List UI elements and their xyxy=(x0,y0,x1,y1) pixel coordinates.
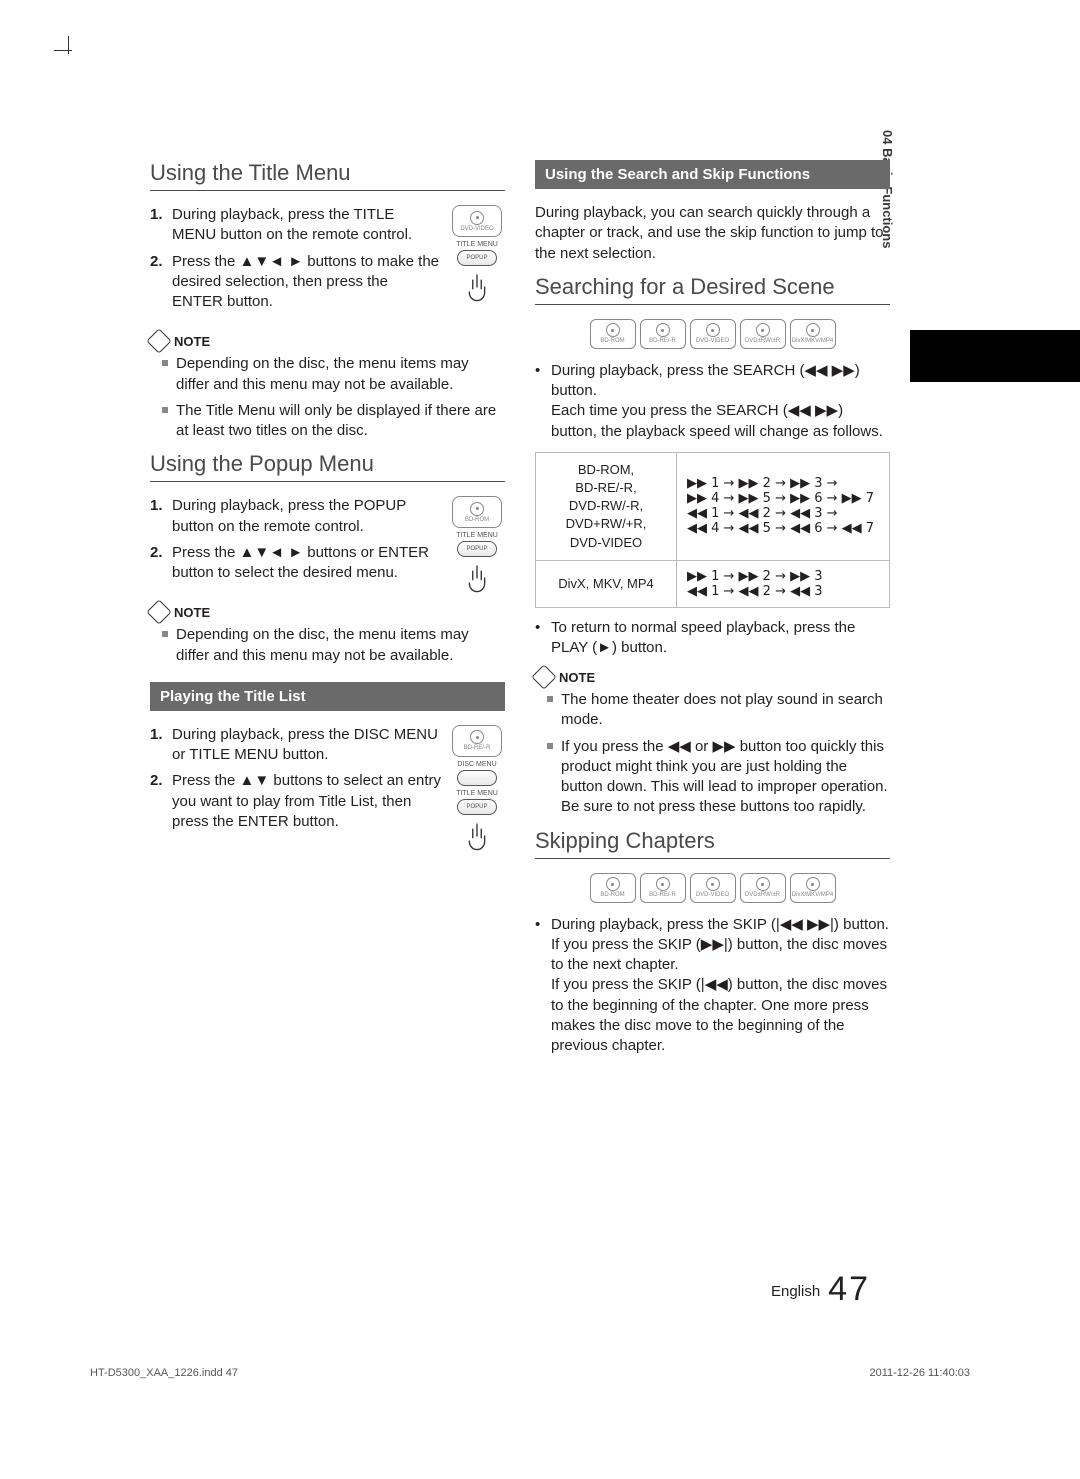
steps-title-list: During playback, press the DISC MENU or … xyxy=(150,725,441,832)
disc-badge: BD-ROM xyxy=(590,873,636,903)
disc-badge: DivX/MKV/MP4 xyxy=(790,319,836,349)
hand-icon xyxy=(460,270,494,304)
bullet-item: To return to normal speed playback, pres… xyxy=(535,618,890,659)
disc-badge-bdrer: BD-RE/-R xyxy=(452,725,502,757)
page-number: English47 xyxy=(771,1270,870,1309)
heading-skipping-chapters: Skipping Chapters xyxy=(535,828,890,859)
intro-text: During playback, you can search quickly … xyxy=(535,203,890,264)
footer-timestamp: 2011-12-26 11:40:03 xyxy=(869,1367,970,1379)
page: 04 Basic Functions Using the Title Menu … xyxy=(0,0,1080,1479)
step: Press the ▲▼ buttons to select an entry … xyxy=(150,771,441,832)
remote-graphic: BD-ROM TITLE MENU POPUP xyxy=(449,496,505,595)
subheading-title-list: Playing the Title List xyxy=(150,682,505,711)
disc-badge: BD-RE/-R xyxy=(640,319,686,349)
note-block: NOTE Depending on the disc, the menu ite… xyxy=(150,332,505,441)
disc-badge: BD-RE/-R xyxy=(640,873,686,903)
steps-title-menu: During playback, press the TITLE MENU bu… xyxy=(150,205,441,312)
popup-button-icon: TITLE MENU POPUP xyxy=(456,532,498,557)
disc-badge: DVD±RW/±R xyxy=(740,873,786,903)
step: During playback, press the TITLE MENU bu… xyxy=(150,205,441,246)
disc-badge: DVD-VIDEO xyxy=(690,319,736,349)
note-item: If you press the ◀◀ or ▶▶ button too qui… xyxy=(545,737,890,818)
disc-badges-row: BD-ROM BD-RE/-R DVD-VIDEO DVD±RW/±R DivX… xyxy=(535,873,890,903)
disc-badge-bdrom: BD-ROM xyxy=(452,496,502,528)
step: During playback, press the DISC MENU or … xyxy=(150,725,441,766)
table-row: BD-ROM, BD-RE/-R, DVD-RW/-R, DVD+RW/+R, … xyxy=(536,452,890,560)
title-menu-button-icon: TITLE MENU POPUP xyxy=(456,790,498,815)
steps-popup-menu: During playback, press the POPUP button … xyxy=(150,496,441,583)
hand-icon xyxy=(460,561,494,595)
bullet-item: During playback, press the SKIP (|◀◀ ▶▶|… xyxy=(535,915,890,1057)
table-cell: ▶▶ 1 → ▶▶ 2 → ▶▶ 3 ◀◀ 1 → ◀◀ 2 → ◀◀ 3 xyxy=(677,560,890,607)
note-label: NOTE xyxy=(174,605,210,620)
crop-mark-icon xyxy=(54,36,88,70)
hand-icon xyxy=(460,819,494,853)
note-icon xyxy=(146,600,171,625)
heading-title-menu: Using the Title Menu xyxy=(150,160,505,191)
disc-badge: DVD±RW/±R xyxy=(740,319,786,349)
note-item: Depending on the disc, the menu items ma… xyxy=(160,625,505,666)
note-label: NOTE xyxy=(174,334,210,349)
disc-badge: DVD-VIDEO xyxy=(690,873,736,903)
right-column: Using the Search and Skip Functions Duri… xyxy=(535,160,890,1066)
note-label: NOTE xyxy=(559,670,595,685)
note-item: The home theater does not play sound in … xyxy=(545,690,890,731)
content-columns: Using the Title Menu During playback, pr… xyxy=(150,160,890,1066)
note-item: The Title Menu will only be displayed if… xyxy=(160,401,505,442)
footer-file: HT-D5300_XAA_1226.indd 47 xyxy=(90,1367,238,1379)
step: Press the ▲▼◄ ► buttons to make the desi… xyxy=(150,252,441,313)
remote-graphic: BD-RE/-R DISC MENU TITLE MENU POPUP xyxy=(449,725,505,853)
table-cell: ▶▶ 1 → ▶▶ 2 → ▶▶ 3 → ▶▶ 4 → ▶▶ 5 → ▶▶ 6 … xyxy=(677,452,890,560)
title-menu-button-icon: TITLE MENU POPUP xyxy=(456,241,498,266)
table-cell: BD-ROM, BD-RE/-R, DVD-RW/-R, DVD+RW/+R, … xyxy=(536,452,677,560)
step: During playback, press the POPUP button … xyxy=(150,496,441,537)
disc-menu-button-icon: DISC MENU xyxy=(457,761,497,786)
heading-popup-menu: Using the Popup Menu xyxy=(150,451,505,482)
table-cell: DivX, MKV, MP4 xyxy=(536,560,677,607)
disc-badge-dvdvideo: DVD-VIDEO xyxy=(452,205,502,237)
note-block: NOTE Depending on the disc, the menu ite… xyxy=(150,603,505,666)
note-item: Depending on the disc, the menu items ma… xyxy=(160,354,505,395)
disc-badge: DivX/MKV/MP4 xyxy=(790,873,836,903)
step: Press the ▲▼◄ ► buttons or ENTER button … xyxy=(150,543,441,584)
remote-graphic: DVD-VIDEO TITLE MENU POPUP xyxy=(449,205,505,304)
note-block: NOTE The home theater does not play soun… xyxy=(535,668,890,818)
disc-badge: BD-ROM xyxy=(590,319,636,349)
note-icon xyxy=(531,664,556,689)
disc-badges-row: BD-ROM BD-RE/-R DVD-VIDEO DVD±RW/±R DivX… xyxy=(535,319,890,349)
bullet-item: During playback, press the SEARCH (◀◀ ▶▶… xyxy=(535,361,890,442)
thumb-tab xyxy=(910,330,1080,382)
left-column: Using the Title Menu During playback, pr… xyxy=(150,160,505,1066)
speed-table: BD-ROM, BD-RE/-R, DVD-RW/-R, DVD+RW/+R, … xyxy=(535,452,890,608)
subheading-search-skip: Using the Search and Skip Functions xyxy=(535,160,890,189)
heading-search-scene: Searching for a Desired Scene xyxy=(535,274,890,305)
note-icon xyxy=(146,329,171,354)
table-row: DivX, MKV, MP4 ▶▶ 1 → ▶▶ 2 → ▶▶ 3 ◀◀ 1 →… xyxy=(536,560,890,607)
